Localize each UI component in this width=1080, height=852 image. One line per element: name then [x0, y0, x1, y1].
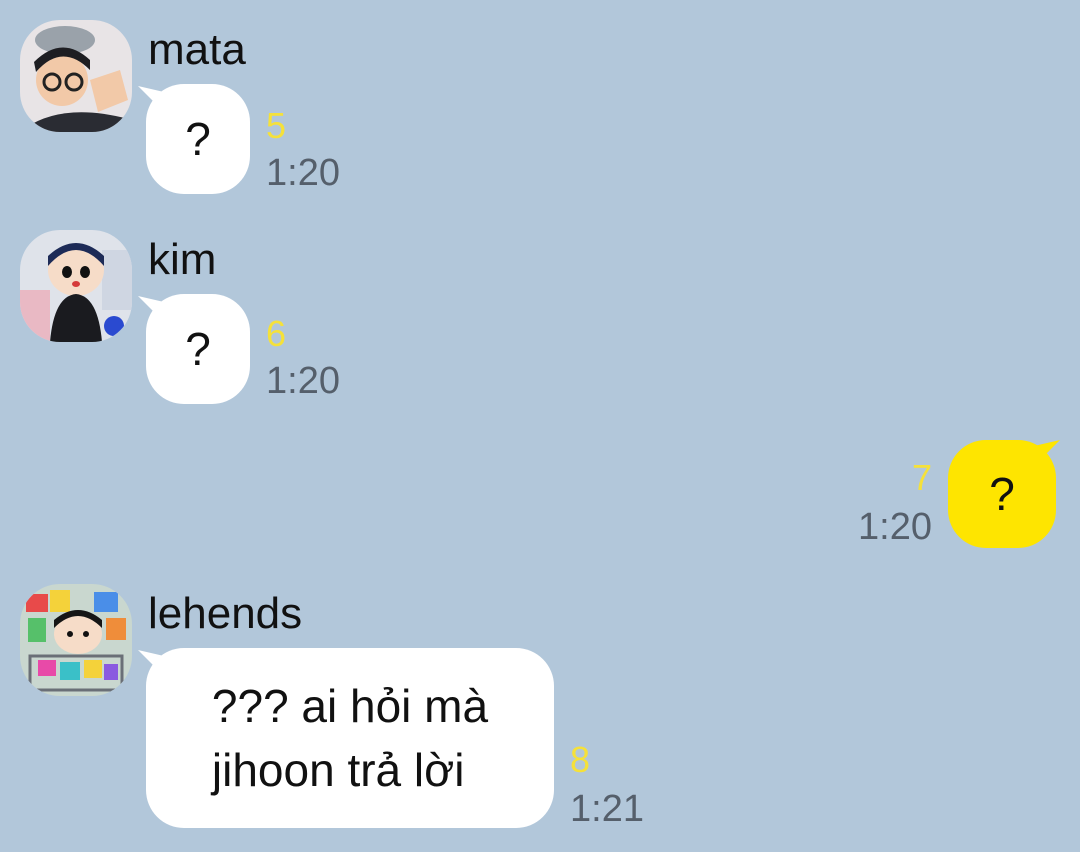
message-time: 1:20 [858, 506, 932, 548]
unread-count: 5 [266, 105, 287, 146]
bubble-tail [1034, 440, 1060, 466]
message-bubble[interactable]: ??? ai hỏi mà jihoon trả lời [146, 648, 554, 828]
message-line: ??? ai hỏi mà [211, 680, 489, 732]
message-time: 1:20 [266, 360, 340, 402]
message-bubble[interactable]: ? [146, 84, 250, 194]
cartoon-boy-avatar-icon [20, 230, 132, 342]
message-text: ? [185, 323, 211, 375]
message-text: ? [989, 468, 1015, 520]
message-time: 1:21 [570, 788, 644, 830]
sender-name: lehends [148, 589, 303, 638]
message-text: ??? ai hỏi mà jihoon trả lời [212, 674, 488, 802]
cartoon-cart-avatar-icon [20, 584, 132, 696]
unread-count: 7 [912, 457, 933, 498]
message-time: 1:20 [266, 152, 340, 194]
unread-count: 8 [570, 739, 591, 780]
avatar[interactable] [20, 230, 132, 342]
message-bubble[interactable]: ? [146, 294, 250, 404]
unread-count: 6 [266, 313, 287, 354]
sender-name: mata [148, 25, 246, 74]
message-line: jihoon trả lời [211, 744, 465, 796]
avatar[interactable] [20, 584, 132, 696]
person-glasses-avatar-icon [20, 20, 132, 132]
message-text: ? [185, 113, 211, 165]
avatar[interactable] [20, 20, 132, 132]
sender-name: kim [148, 235, 217, 284]
